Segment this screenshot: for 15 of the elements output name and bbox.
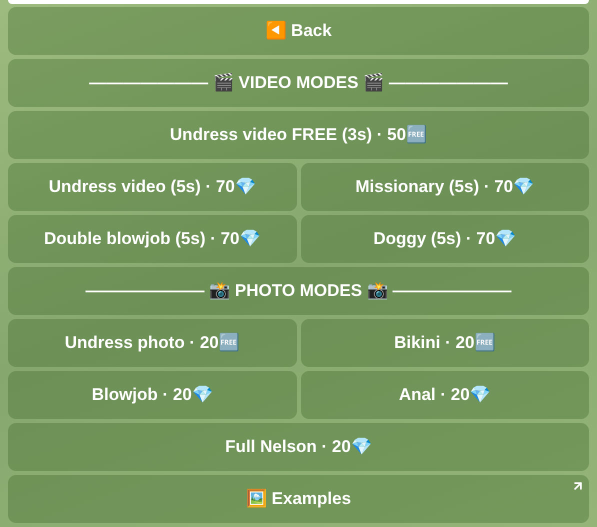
keyboard-button[interactable]: ——————— 📸 PHOTO MODES 📸 ———————	[8, 267, 589, 315]
keyboard-button[interactable]: Anal · 20💎	[300, 371, 589, 419]
keyboard-button[interactable]: Full Nelson · 20💎	[8, 423, 589, 471]
keyboard-button[interactable]: Undress video FREE (3s) · 50🆓	[8, 111, 589, 159]
keyboard-button[interactable]: Undress photo · 20🆓	[8, 319, 296, 367]
keyboard-button[interactable]: Bikini · 20🆓	[300, 319, 589, 367]
keyboard-button[interactable]: 🖼 Examples	[8, 475, 589, 523]
keyboard-button[interactable]: Doggy (5s) · 70💎	[300, 215, 589, 263]
arrow-icon	[571, 479, 585, 493]
keyboard-button[interactable]: ——————— 🎬 VIDEO MODES 🎬 ———————	[8, 59, 589, 107]
keyboard-button[interactable]: Missionary (5s) · 70💎	[300, 163, 589, 211]
keyboard-button[interactable]: Double blowjob (5s) · 70💎	[8, 215, 296, 263]
keyboard-button[interactable]: Undress video (5s) · 70💎	[8, 163, 296, 211]
keyboard-button[interactable]: ◀ Back	[8, 7, 589, 55]
keyboard-button[interactable]: Blowjob · 20💎	[8, 371, 296, 419]
